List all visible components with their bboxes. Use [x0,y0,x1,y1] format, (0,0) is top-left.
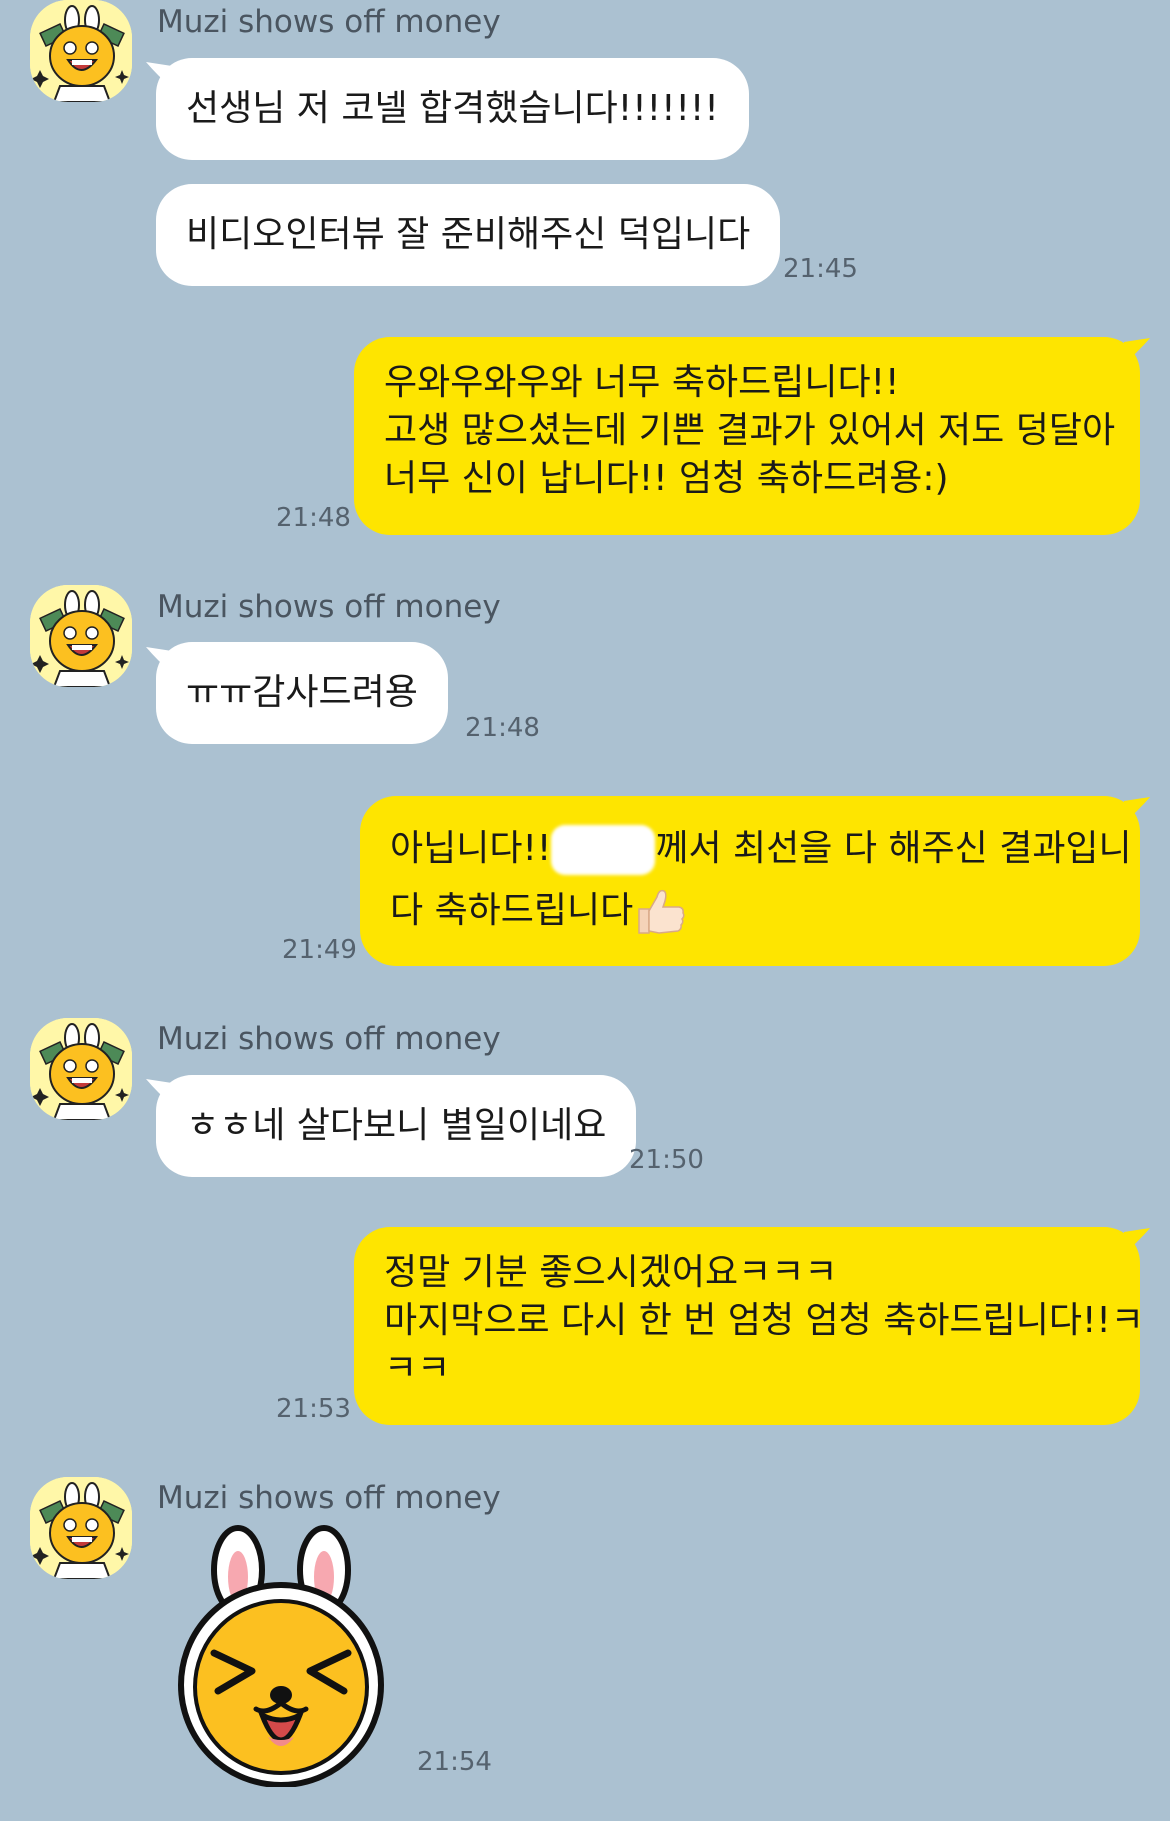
message-line: ㅋㅋ [384,1348,451,1389]
message-bubble-outgoing[interactable]: 아닙니다!! 께서 최선을 다 해주신 결과입니 다 축하드립니다 [360,796,1140,966]
muzi-money-avatar-icon [30,1477,132,1579]
message-line: 고생 많으셨는데 기쁜 결과가 있어서 저도 덩달아 [384,410,1116,451]
muzi-money-avatar-icon [30,585,132,687]
message-bubble-outgoing[interactable]: 우와우와우와 너무 축하드립니다!! 고생 많으셨는데 기쁜 결과가 있어서 저… [354,337,1140,535]
bubble-tail [1124,338,1150,364]
message-timestamp: 21:53 [276,1394,351,1424]
muzi-money-avatar-icon [30,1018,132,1120]
message-bubble-outgoing[interactable]: 정말 기분 좋으시겠어요ㅋㅋㅋ 마지막으로 다시 한 번 엄청 엄청 축하드립니… [354,1227,1144,1425]
bubble-tail [1124,1228,1150,1254]
message-text: 다 축하드립니다 [390,890,634,931]
sender-avatar[interactable] [30,1477,132,1579]
sender-name: Muzi shows off money [157,4,501,40]
message-line: 아닙니다!! 께서 최선을 다 해주신 결과입니 [390,818,1132,880]
sender-name: Muzi shows off money [157,589,501,625]
message-line: 정말 기분 좋으시겠어요ㅋㅋㅋ [384,1252,838,1293]
message-bubble-incoming[interactable]: ㅎㅎ네 살다보니 별일이네요 [156,1075,637,1177]
muzi-money-avatar-icon [30,0,132,102]
message-timestamp: 21:48 [276,503,351,533]
message-text: ㅠㅠ감사드려용 [186,672,418,713]
sender-name: Muzi shows off money [157,1021,501,1057]
sender-avatar[interactable] [30,585,132,687]
thumbs-up-emoji-icon [633,885,687,939]
redacted-name [551,825,656,875]
message-timestamp: 21:54 [417,1747,492,1777]
message-text: 선생님 저 코넬 합격했습니다!!!!!!! [186,88,719,129]
message-line: 너무 신이 납니다!! 엄청 축하드려용:) [384,458,949,499]
message-line: 우와우와우와 너무 축하드립니다!! [384,362,900,403]
sender-avatar[interactable] [30,0,132,102]
message-timestamp: 21:45 [783,254,858,284]
message-bubble-incoming[interactable]: ㅠㅠ감사드려용 [156,642,448,744]
sender-avatar[interactable] [30,1018,132,1120]
message-text: 아닙니다!! [390,828,552,869]
message-line: 다 축하드립니다 [390,880,1110,942]
sender-name: Muzi shows off money [157,1480,501,1516]
muzi-squint-sticker[interactable] [156,1525,406,1787]
message-text: ㅎㅎ네 살다보니 별일이네요 [186,1105,607,1146]
message-timestamp: 21:50 [629,1145,704,1175]
message-bubble-incoming[interactable]: 선생님 저 코넬 합격했습니다!!!!!!! [156,58,749,160]
message-line: 마지막으로 다시 한 번 엄청 엄청 축하드립니다!!ㅋ [384,1300,1144,1341]
message-timestamp: 21:49 [282,935,357,965]
message-text: 비디오인터뷰 잘 준비해주신 덕입니다 [186,214,751,255]
message-text: 께서 최선을 다 해주신 결과입니 [655,828,1132,869]
bubble-tail [1124,797,1150,823]
message-bubble-incoming[interactable]: 비디오인터뷰 잘 준비해주신 덕입니다 [156,184,781,286]
message-timestamp: 21:48 [465,713,540,743]
